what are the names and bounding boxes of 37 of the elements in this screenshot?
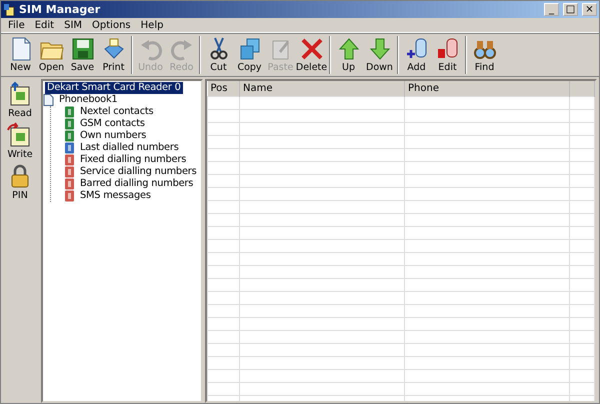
- toolbar-button[interactable]: Edit: [432, 36, 463, 74]
- tree-item[interactable]: GSM contacts: [78, 118, 147, 130]
- tree-item[interactable]: Last dialled numbers: [78, 142, 181, 154]
- toolbar-button[interactable]: Cut: [203, 36, 234, 74]
- tree-item[interactable]: Dekart Smart Card Reader 0: [45, 82, 183, 94]
- tree-item[interactable]: Own numbers: [78, 130, 148, 142]
- side-button[interactable]: Write: [7, 122, 33, 160]
- tree-item[interactable]: Barred dialling numbers: [78, 178, 196, 190]
- menu-item[interactable]: File: [3, 20, 30, 30]
- toolbar-button[interactable]: Find: [469, 36, 500, 74]
- minimize-button[interactable]: _: [544, 3, 559, 16]
- tree-item[interactable]: SMS messages: [78, 190, 153, 202]
- tree-item[interactable]: Service dialling numbers: [78, 166, 199, 178]
- menu-item[interactable]: Edit: [30, 20, 60, 30]
- toolbar-button[interactable]: Add: [401, 36, 432, 74]
- window-title: SIM Manager: [19, 3, 102, 16]
- toolbar-button[interactable]: Delete: [296, 36, 327, 74]
- tree-item[interactable]: Phonebook1: [57, 94, 120, 106]
- column-header[interactable]: Phone: [404, 81, 570, 96]
- toolbar-button[interactable]: New: [5, 36, 36, 74]
- side-button[interactable]: PIN: [7, 163, 33, 201]
- tree-item[interactable]: Nextel contacts: [78, 106, 156, 118]
- menu-item[interactable]: SIM: [59, 20, 88, 30]
- toolbar-button[interactable]: Print: [98, 36, 129, 74]
- tree-item[interactable]: Fixed dialling numbers: [78, 154, 188, 166]
- column-header[interactable]: Name: [240, 81, 404, 96]
- toolbar-button[interactable]: Down: [364, 36, 395, 74]
- column-header[interactable]: Pos: [208, 81, 240, 96]
- maximize-button[interactable]: □: [563, 3, 578, 16]
- menu-item[interactable]: Options: [87, 20, 136, 30]
- side-button[interactable]: Read: [7, 81, 33, 119]
- toolbar-button[interactable]: Save: [67, 36, 98, 74]
- close-button[interactable]: ×: [582, 3, 597, 16]
- toolbar-button[interactable]: Up: [333, 36, 364, 74]
- toolbar-button[interactable]: Open: [36, 36, 67, 74]
- menu-item[interactable]: Help: [136, 20, 168, 30]
- toolbar-button[interactable]: Copy: [234, 36, 265, 74]
